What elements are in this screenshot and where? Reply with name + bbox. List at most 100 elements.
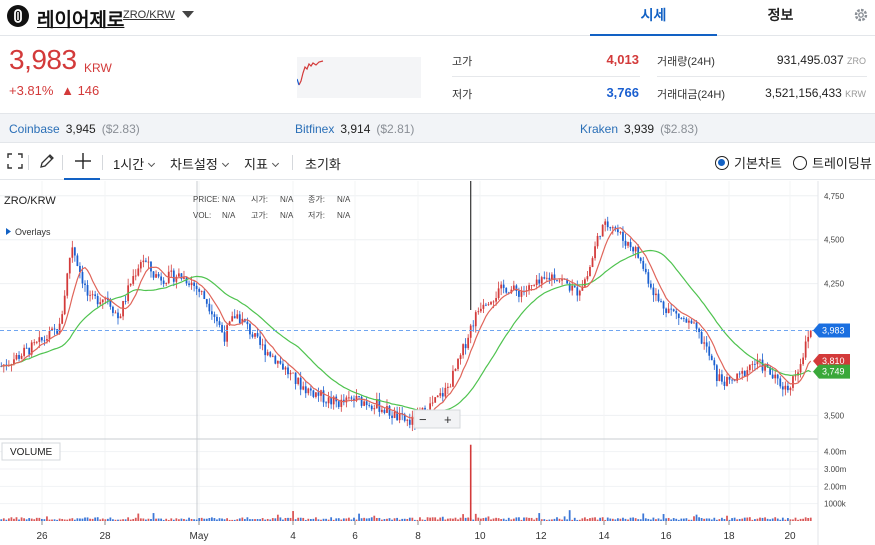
volume-bar bbox=[670, 519, 673, 521]
candle-body bbox=[677, 313, 680, 319]
candle-body bbox=[657, 293, 660, 302]
volume-bar bbox=[652, 517, 655, 521]
volume-bar bbox=[276, 514, 279, 521]
current-price: 3,983 bbox=[9, 44, 77, 75]
candle-body bbox=[63, 295, 66, 315]
gear-icon[interactable] bbox=[852, 6, 870, 29]
tab-info[interactable]: 정보 bbox=[717, 0, 844, 36]
volume-tick-label: 3.00m bbox=[824, 465, 847, 474]
candle-body bbox=[327, 397, 330, 404]
candle-body bbox=[495, 298, 497, 302]
candle-body bbox=[467, 337, 470, 349]
indicators-menu[interactable]: 지표 bbox=[244, 154, 279, 173]
candle-body bbox=[462, 344, 464, 356]
exchange-kraken[interactable]: Kraken 3,939 ($2.83) bbox=[580, 122, 698, 136]
candle-body bbox=[269, 352, 272, 357]
volume-bar bbox=[657, 518, 660, 521]
pair-link[interactable]: ZRO/KRW bbox=[123, 9, 175, 21]
candle-body bbox=[436, 395, 439, 398]
reset-button[interactable]: 초기화 bbox=[305, 154, 341, 173]
candle-body bbox=[408, 419, 411, 425]
candle-body bbox=[578, 290, 581, 296]
volume-bar bbox=[269, 519, 272, 521]
tradingview-radio[interactable]: 트레이딩뷰 bbox=[793, 153, 872, 172]
volume-bar bbox=[591, 517, 594, 521]
volume-bar bbox=[502, 518, 505, 521]
volume-tick-label: 4.00m bbox=[824, 448, 847, 457]
candle-body bbox=[302, 386, 305, 390]
candle-body bbox=[325, 402, 327, 404]
exchange-coinbase[interactable]: Coinbase 3,945 ($2.83) bbox=[9, 122, 140, 136]
candle-body bbox=[322, 390, 325, 403]
volume-bar bbox=[386, 518, 388, 521]
volume-bar bbox=[416, 519, 419, 521]
volume-bar bbox=[764, 517, 766, 521]
candle-body bbox=[596, 235, 599, 247]
volume-bar bbox=[761, 517, 764, 521]
candle-body bbox=[236, 314, 239, 319]
candle-body bbox=[642, 260, 645, 269]
fullscreen-icon[interactable] bbox=[7, 153, 23, 172]
candle-body bbox=[81, 272, 84, 284]
svg-text:PRICE:: PRICE: bbox=[193, 195, 220, 204]
overlays-toggle[interactable]: Overlays bbox=[15, 227, 51, 237]
tab-market[interactable]: 시세 bbox=[590, 0, 717, 36]
candle-body bbox=[46, 339, 48, 341]
volume-bar bbox=[94, 517, 97, 521]
zoom-out-button[interactable]: − bbox=[419, 412, 427, 427]
volume-bar bbox=[408, 517, 411, 521]
candle-body bbox=[368, 405, 371, 406]
candle-body bbox=[723, 381, 726, 386]
candle-body bbox=[208, 303, 211, 312]
volume-bar bbox=[167, 519, 170, 521]
chart-settings-menu[interactable]: 차트설정 bbox=[170, 154, 229, 173]
coin-dropdown-chevron-down-icon[interactable] bbox=[182, 11, 194, 18]
volume-bar bbox=[649, 519, 652, 521]
volume-bar bbox=[322, 518, 325, 521]
candle-body bbox=[150, 261, 152, 272]
candle-body bbox=[137, 268, 140, 276]
volume-bar bbox=[738, 518, 741, 521]
candle-body bbox=[178, 273, 180, 277]
volume-bar bbox=[342, 518, 345, 521]
volume-bar bbox=[774, 517, 777, 521]
candle-body bbox=[170, 270, 173, 272]
candle-body bbox=[718, 374, 721, 382]
coin-name[interactable]: 레이어제로 bbox=[37, 5, 124, 32]
candle-body bbox=[68, 257, 71, 274]
candle-body bbox=[662, 301, 665, 309]
volume-bar bbox=[411, 517, 414, 521]
volume-bar bbox=[53, 519, 56, 521]
chart-grid bbox=[0, 181, 818, 521]
y-tick-label: 3,500 bbox=[824, 411, 845, 420]
volume-bar bbox=[474, 513, 477, 521]
overlays-caret-icon[interactable] bbox=[6, 228, 11, 235]
basic-chart-radio[interactable]: 기본차트 bbox=[715, 153, 782, 172]
candle-body bbox=[299, 377, 302, 390]
volume-spike-bar bbox=[469, 444, 472, 521]
volume-bar bbox=[507, 517, 510, 521]
interval-select[interactable]: 1시간 bbox=[113, 154, 156, 173]
zoom-in-button[interactable]: + bbox=[444, 412, 452, 427]
volume-bar bbox=[241, 517, 244, 521]
volume-bar bbox=[809, 517, 812, 521]
exchange-bitfinex[interactable]: Bitfinex 3,914 ($2.81) bbox=[295, 122, 414, 136]
volume-bar bbox=[751, 519, 754, 521]
volume-bar bbox=[682, 518, 685, 521]
volume-bar bbox=[698, 517, 700, 521]
volume-bar bbox=[578, 519, 581, 521]
last-price-tag: 3,983 bbox=[813, 323, 850, 338]
candle-body bbox=[680, 318, 683, 319]
candle-body bbox=[576, 287, 579, 296]
volume-bar bbox=[381, 519, 383, 521]
volume-bar bbox=[619, 518, 622, 521]
chevron-down-icon bbox=[221, 159, 229, 168]
crosshair-plus-icon[interactable] bbox=[74, 152, 92, 173]
volume-bar bbox=[58, 518, 61, 521]
candle-body bbox=[688, 320, 690, 323]
candle-body bbox=[685, 318, 688, 323]
pencil-icon[interactable] bbox=[38, 152, 56, 173]
price-chart[interactable]: 3,500 4,250 4,500 4,750 4.00m 3.00m 2.00m 1000… bbox=[0, 181, 875, 545]
candle-body bbox=[591, 258, 594, 268]
candle-body bbox=[112, 306, 114, 313]
